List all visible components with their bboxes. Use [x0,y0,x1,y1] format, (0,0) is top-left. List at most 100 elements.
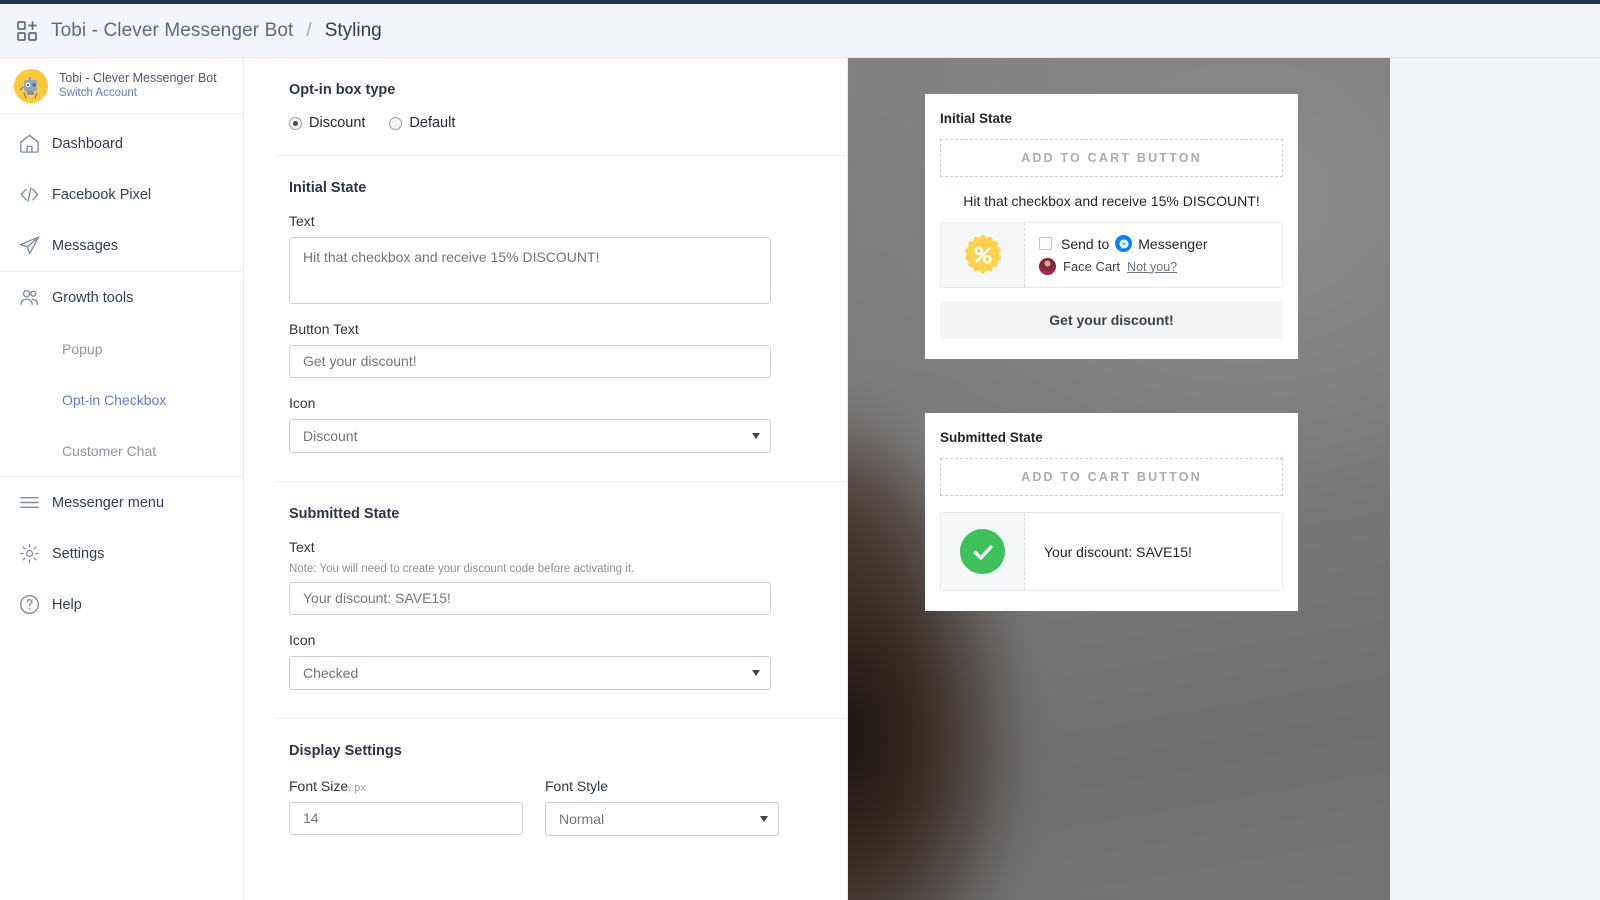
messenger-label: Messenger [1138,235,1208,252]
hamburger-icon [18,491,52,514]
sidebar-item-label: Dashboard [52,135,123,152]
preview-submitted-content: Your discount: SAVE15! [1025,513,1282,590]
gear-icon [18,542,52,565]
chevron-down-icon [752,433,760,439]
messenger-icon [1115,235,1133,252]
switch-account-link[interactable]: Switch Account [59,86,217,100]
home-icon [18,132,52,155]
font-style-select[interactable]: Normal [545,802,779,836]
right-background-fill [1390,58,1600,900]
initial-icon-label: Icon [289,395,316,411]
section-opt-in-box-type: Opt-in box type Discount Default [275,58,847,156]
preview-discount-button[interactable]: Get your discount! [940,301,1283,339]
submitted-icon-value: Checked [303,665,359,681]
account-meta: Tobi - Clever Messenger Bot Switch Accou… [59,71,217,101]
initial-button-text-input[interactable]: Get your discount! [289,345,771,378]
sidebar-item-messages[interactable]: Messages [0,220,243,271]
initial-text-textarea[interactable]: Hit that checkbox and receive 15% DISCOU… [289,237,771,304]
preview-send-to-row: Send to Messenger [1039,235,1268,252]
app-root: Tobi - Clever Messenger Bot / Styling To… [0,0,1600,900]
section-title: Opt-in box type [289,82,396,98]
radio-default-label: Default [409,115,456,131]
code-icon [18,183,52,206]
radio-default[interactable]: Default [389,115,455,131]
font-size-label: Font Size, px [289,778,523,794]
sidebar-item-label: Facebook Pixel [52,186,152,203]
sidebar-item-label: Messenger menu [52,494,165,511]
sidebar-subitem-label: Popup [62,340,103,357]
send-to-label: Send to [1061,235,1110,252]
check-circle [960,529,1005,574]
send-to-messenger-checkbox[interactable] [1039,237,1052,250]
section-title: Display Settings [289,743,402,759]
sidebar: Tobi - Clever Messenger Bot Switch Accou… [0,58,244,900]
preview-initial-text: Hit that checkbox and receive 15% DISCOU… [963,193,1260,209]
preview-panel: Initial State ADD TO CART BUTTON Hit tha… [848,58,1390,900]
sidebar-subitem-label: Opt-in Checkbox [62,391,167,408]
breadcrumb-app[interactable]: Tobi - Clever Messenger Bot [51,20,293,42]
section-title: Initial State [289,180,367,196]
chevron-down-icon [760,816,768,822]
display-settings-row: Font Size, px 14 Font Style Normal [289,776,833,852]
sidebar-item-dashboard[interactable]: Dashboard [0,118,243,169]
account-switcher[interactable]: Tobi - Clever Messenger Bot Switch Accou… [0,58,243,114]
chevron-down-icon [752,670,760,676]
people-icon [18,286,52,309]
font-size-label-text: Font Size [289,778,349,794]
font-size-input[interactable]: 14 [289,802,523,835]
font-style-field: Font Style Normal [545,776,779,852]
section-initial-state: Initial State Text Hit that checkbox and… [275,156,847,482]
sidebar-group-growth-tools: Growth tools Popup Opt-in Checkbox Custo… [0,271,243,477]
initial-icon-value: Discount [303,428,358,444]
robot-avatar [14,68,48,103]
preview-user-row: Face Cart Not you? [1039,258,1268,275]
styling-form-panel: Opt-in box type Discount Default Initial… [275,58,848,900]
font-style-label: Font Style [545,778,609,794]
preview-submitted-add-to-cart[interactable]: ADD TO CART BUTTON [940,458,1283,496]
grid-plus-icon [14,18,40,44]
sidebar-item-label: Growth tools [52,289,134,306]
top-bar: Tobi - Clever Messenger Bot / Styling [0,0,1600,58]
initial-button-text-label: Button Text [289,321,359,337]
preview-card-initial-state: Initial State ADD TO CART BUTTON Hit tha… [925,94,1298,359]
radio-discount-label: Discount [309,115,366,131]
sidebar-subitem-opt-in-checkbox[interactable]: Opt-in Checkbox [0,374,243,425]
question-circle-icon [18,593,52,616]
submitted-note: Note: You will need to create your disco… [289,563,635,575]
sidebar-item-help[interactable]: Help [0,579,243,630]
breadcrumb-separator: / [306,19,312,41]
submitted-icon-label: Icon [289,632,316,648]
sidebar-item-settings[interactable]: Settings [0,528,243,579]
sidebar-subitem-customer-chat[interactable]: Customer Chat [0,425,243,476]
initial-icon-select[interactable]: Discount [289,419,771,453]
radio-discount[interactable]: Discount [289,115,365,131]
user-avatar [1039,258,1056,275]
preview-submitted-box: Your discount: SAVE15! [940,512,1283,591]
submitted-text-input[interactable]: Your discount: SAVE15! [289,582,771,615]
green-check-icon [941,513,1025,590]
preview-optin-box: Send to Messenger Face Cart Not you? [940,222,1283,288]
radio-default-indicator[interactable] [389,116,403,130]
preview-initial-add-to-cart[interactable]: ADD TO CART BUTTON [940,139,1283,177]
section-submitted-state: Submitted State Text Note: You will need… [275,482,847,719]
percent-badge-icon [941,223,1025,287]
box-type-radio-group: Discount Default [289,115,833,131]
preview-submitted-title: Submitted State [940,430,1043,445]
preview-card-submitted-state: Submitted State ADD TO CART BUTTON Your … [925,413,1298,611]
font-size-field: Font Size, px 14 [289,776,523,852]
font-size-unit: , px [348,782,366,794]
radio-discount-indicator[interactable] [289,116,302,130]
submitted-icon-select[interactable]: Checked [289,656,771,690]
sidebar-item-facebook-pixel[interactable]: Facebook Pixel [0,169,243,220]
not-you-link[interactable]: Not you? [1127,260,1177,274]
sidebar-subitem-label: Customer Chat [62,442,157,459]
sidebar-item-growth-tools[interactable]: Growth tools [0,272,243,323]
paper-plane-icon [18,234,52,257]
sidebar-item-messenger-menu[interactable]: Messenger menu [0,477,243,528]
account-name: Tobi - Clever Messenger Bot [59,70,217,85]
preview-submitted-text: Your discount: SAVE15! [1044,543,1192,560]
user-name: Face Cart [1063,259,1121,274]
sidebar-item-label: Messages [52,237,119,254]
sidebar-subitem-popup[interactable]: Popup [0,323,243,374]
sidebar-nav: Dashboard Facebook Pixel Messages Growth… [0,114,243,630]
